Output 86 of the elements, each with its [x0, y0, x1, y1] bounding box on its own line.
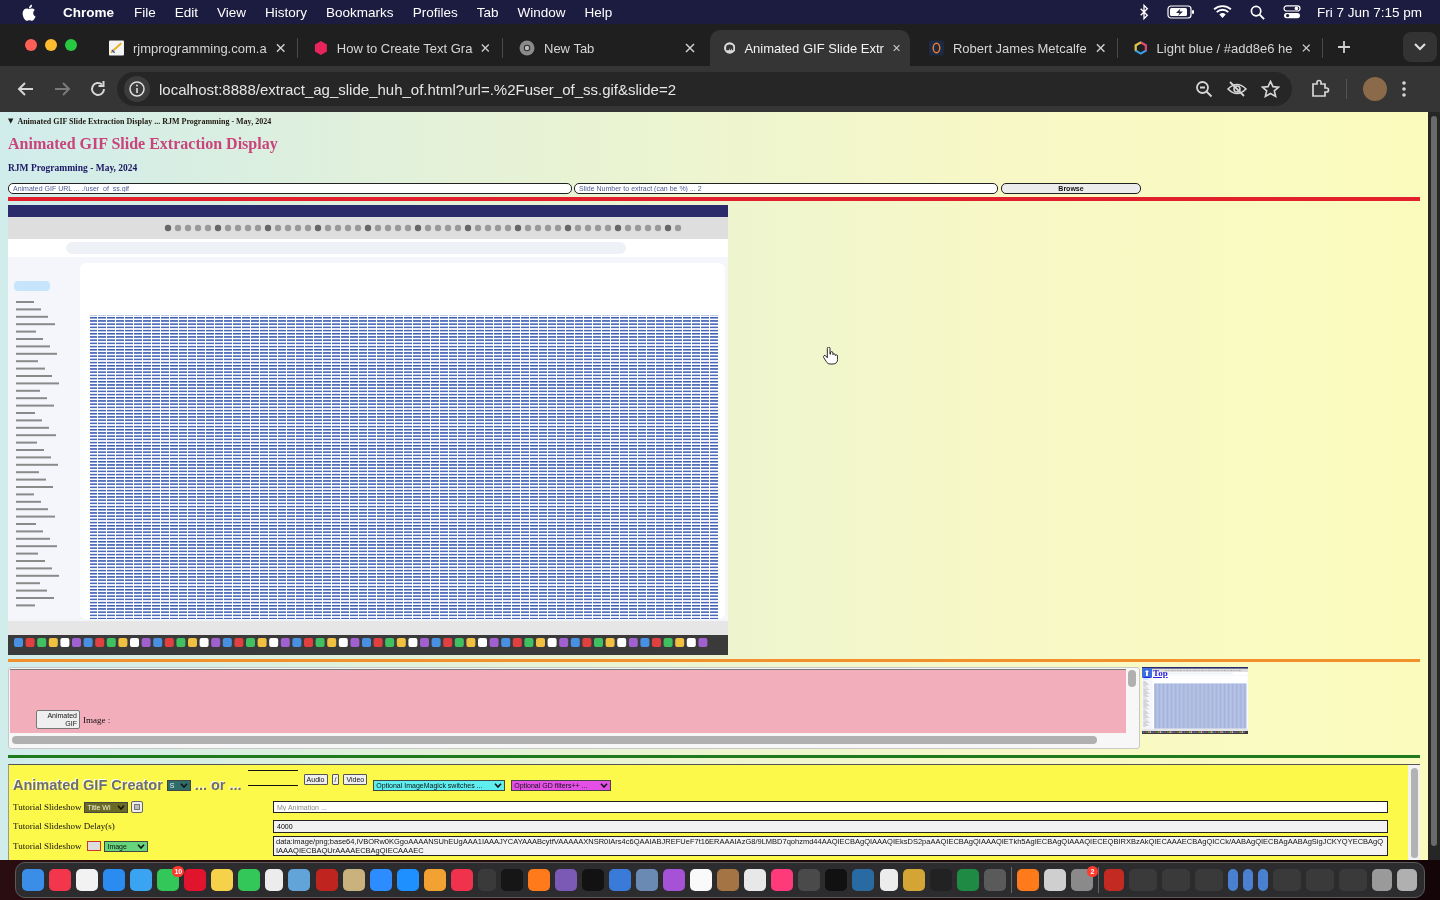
browser-tab[interactable]: Robert James Metcalfe	[915, 30, 1115, 66]
avatar-icon[interactable]	[1363, 77, 1387, 101]
ring-icon	[929, 40, 944, 56]
app-icon[interactable]	[423, 869, 446, 891]
browser-tab[interactable]: rjmprogramming.com.a	[95, 30, 295, 66]
hand-cursor-icon	[822, 347, 838, 365]
address-bar[interactable]: localhost:8888/extract_ag_slide_huh_of.html?url=.%2Fuser_of_ss.gif&slide=2	[117, 72, 1292, 106]
apple-icon[interactable]	[22, 3, 36, 21]
window-zoom-icon[interactable]	[65, 39, 77, 51]
browser-tab[interactable]: New Tab	[505, 30, 705, 66]
close-icon[interactable]	[685, 43, 695, 53]
menu-item[interactable]: Window	[517, 4, 566, 20]
browser-tab[interactable]: Light blue / #add8e6 he	[1120, 30, 1320, 66]
browser-tab[interactable]: Animated GIF Slide Extr	[710, 30, 910, 66]
row-label: Tutorial Slideshow	[13, 802, 82, 812]
app-icon[interactable]	[1016, 869, 1039, 891]
page-title: Animated GIF Slide Extraction Display	[8, 135, 279, 155]
app-icon[interactable]	[1043, 869, 1066, 891]
reload-icon[interactable]	[88, 79, 108, 99]
row-label: Tutorial Slideshow	[13, 841, 82, 851]
menu-item[interactable]: File	[134, 4, 156, 20]
bluetooth-icon[interactable]	[1138, 4, 1149, 20]
close-icon[interactable]	[481, 43, 490, 53]
window-close-icon[interactable]	[25, 39, 37, 51]
close-icon[interactable]	[1095, 43, 1105, 53]
menu-item[interactable]: View	[217, 4, 247, 20]
top-link[interactable]: ⬆ Top	[1142, 668, 1168, 678]
app-icon[interactable]	[342, 869, 365, 891]
app-icon[interactable]	[238, 869, 261, 891]
chevron-icon	[179, 782, 188, 788]
app-icon[interactable]	[265, 869, 284, 891]
hexagon-icon	[1134, 40, 1148, 56]
creator-title: Animated GIF Creator	[13, 776, 163, 793]
app-icon[interactable]	[690, 869, 713, 891]
app-icon[interactable]	[902, 869, 925, 891]
menu-item[interactable]: Help	[584, 4, 613, 20]
chevron-icon	[494, 782, 503, 788]
chevron-icon	[117, 804, 126, 810]
menu-item[interactable]: Profiles	[412, 4, 458, 20]
page-scrollbar[interactable]	[1431, 116, 1437, 846]
app-icon[interactable]	[76, 869, 99, 891]
horizontal-scrollbar[interactable]	[12, 736, 1097, 744]
vertical-scrollbar[interactable]	[1128, 670, 1136, 687]
close-icon[interactable]	[892, 43, 900, 53]
row-label: Tutorial Slideshow Delay(s)	[13, 821, 115, 831]
menu-item[interactable]: Tab	[476, 4, 499, 20]
small-button[interactable]	[87, 841, 102, 851]
info-icon[interactable]	[124, 76, 150, 102]
zoom-out-icon[interactable]	[1195, 80, 1213, 98]
image-label: Image :	[83, 715, 111, 727]
menu-item[interactable]: History	[265, 4, 308, 20]
menu-item[interactable]: Edit	[174, 4, 199, 20]
plus-icon[interactable]	[1337, 40, 1351, 54]
app-icon[interactable]	[744, 869, 767, 891]
app-icon[interactable]	[157, 869, 180, 891]
circle-logo-icon	[519, 40, 535, 56]
wifi-icon[interactable]	[1212, 5, 1232, 19]
caret-icon[interactable]	[1403, 32, 1437, 62]
chevron-icon	[600, 782, 609, 788]
app-menu[interactable]: Chrome	[63, 4, 114, 20]
toggle-button[interactable]	[131, 801, 144, 813]
search-icon[interactable]	[1249, 4, 1265, 20]
star-icon[interactable]	[1261, 80, 1280, 98]
close-icon[interactable]	[275, 43, 285, 53]
blank-field[interactable]	[247, 770, 298, 786]
menu-item[interactable]: Bookmarks	[326, 4, 394, 20]
pencil-icon	[109, 40, 124, 56]
or-text: ... or ...	[194, 776, 242, 793]
chevron-icon	[137, 843, 146, 849]
menu-bar-clock[interactable]: Fri 7 Jun 7:15 pm	[1316, 4, 1422, 20]
extension-icon[interactable]	[1310, 79, 1330, 99]
menu-icon[interactable]	[1401, 80, 1407, 98]
close-icon[interactable]	[1301, 43, 1310, 53]
app-icon[interactable]	[1397, 869, 1418, 891]
app-icon[interactable]	[527, 869, 550, 891]
panel-scrollbar[interactable]	[1410, 768, 1418, 858]
round-logo-icon	[724, 40, 736, 56]
hexagon-icon	[314, 40, 328, 56]
battery-icon[interactable]	[1166, 5, 1195, 19]
eye-slash-icon[interactable]	[1226, 80, 1248, 98]
page-subtitle: RJM Programming - May, 2024	[8, 163, 139, 175]
control-center-icon[interactable]	[1282, 5, 1301, 19]
browser-tab[interactable]: How to Create Text Gra	[300, 30, 500, 66]
app-icon[interactable]	[211, 869, 234, 891]
app-icon[interactable]	[879, 869, 898, 891]
window-minimize-icon[interactable]	[45, 39, 57, 51]
